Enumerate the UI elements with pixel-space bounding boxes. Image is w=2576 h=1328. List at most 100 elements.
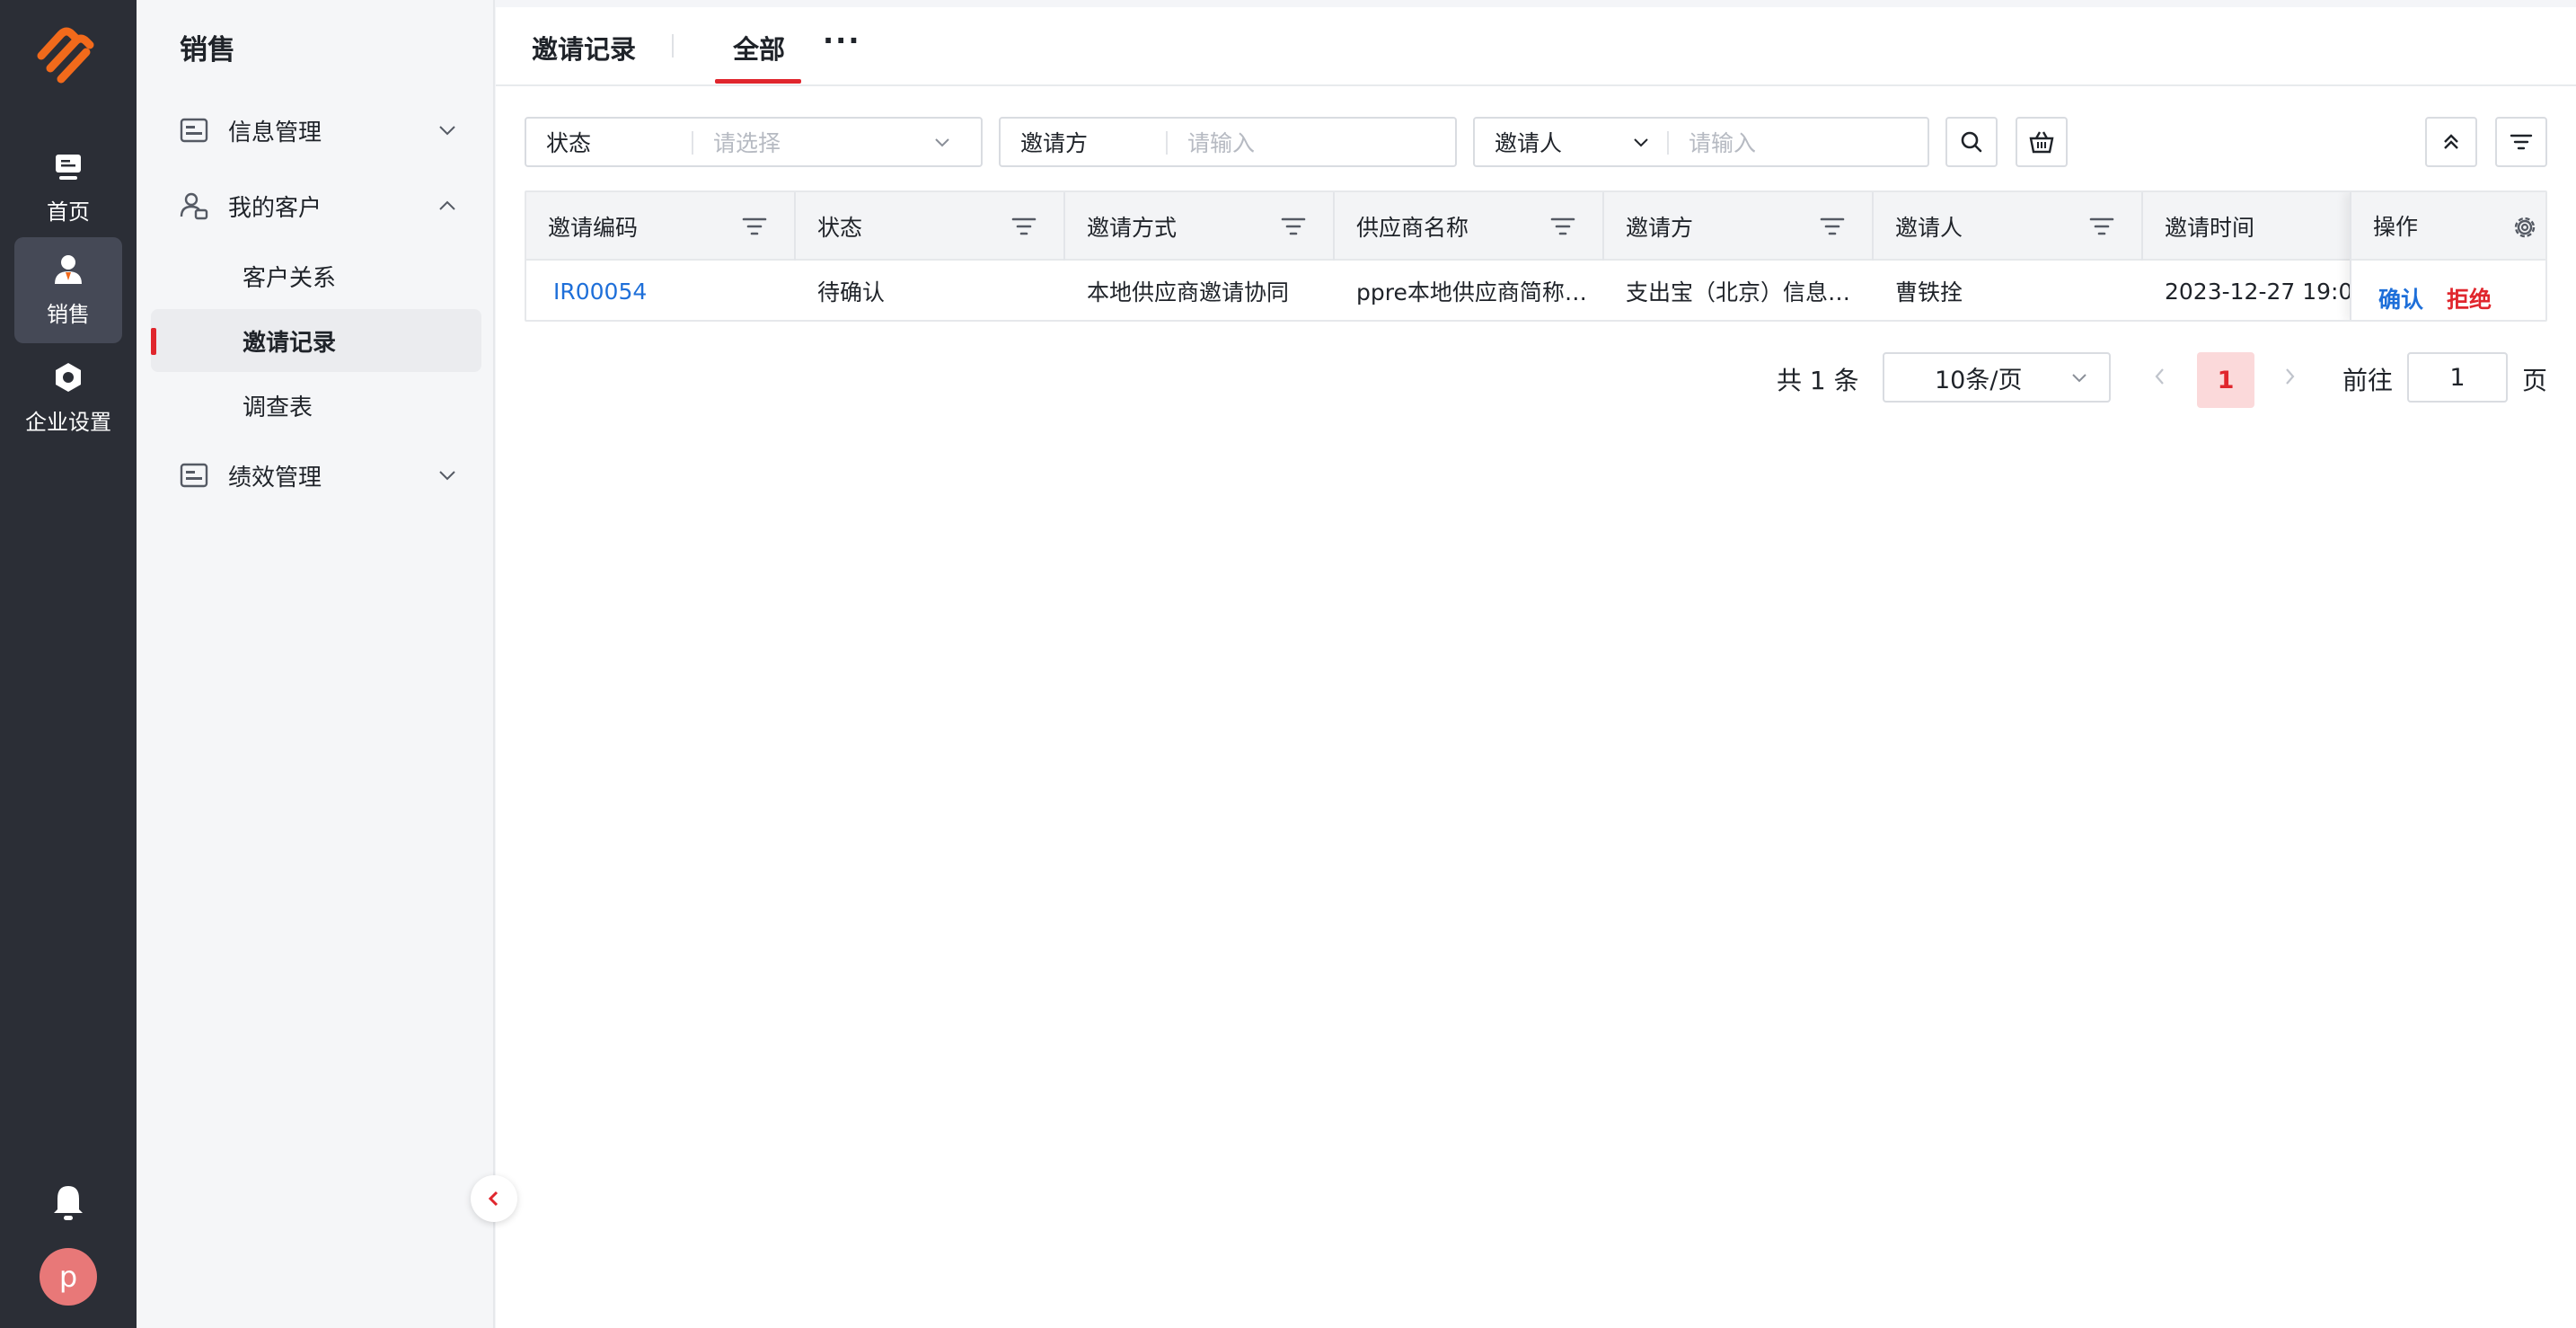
app-rail: 首页 销售 企业设置 p bbox=[0, 0, 137, 1328]
column-filter-icon[interactable] bbox=[742, 216, 767, 237]
column-filter-icon[interactable] bbox=[1550, 216, 1575, 237]
search-button[interactable] bbox=[1945, 117, 1998, 167]
rail-item-enterprise-settings[interactable]: 企业设置 bbox=[14, 345, 122, 451]
app-logo-icon[interactable] bbox=[34, 25, 102, 88]
column-header-supplier: 供应商名称 bbox=[1335, 192, 1604, 261]
column-header-label: 邀请编码 bbox=[548, 215, 639, 241]
reject-button[interactable]: 拒绝 bbox=[2447, 282, 2492, 314]
card-icon bbox=[180, 118, 208, 143]
column-header-method: 邀请方式 bbox=[1065, 192, 1335, 261]
column-header-label: 邀请方 bbox=[1626, 215, 1694, 241]
chevron-down-icon bbox=[1634, 138, 1648, 147]
secondary-sidebar: 销售 信息管理 我的客户 客户关系 邀请记录 调查表 绩效管理 bbox=[137, 0, 495, 1328]
column-filter-icon[interactable] bbox=[1281, 216, 1306, 237]
advanced-filter-button[interactable] bbox=[2495, 117, 2547, 167]
monitor-icon bbox=[56, 154, 81, 180]
sidebar-item-survey[interactable]: 调查表 bbox=[151, 374, 481, 437]
filter-divider bbox=[1667, 131, 1669, 155]
page-size-value: 10条/页 bbox=[1935, 366, 2023, 394]
filter-divider bbox=[1166, 131, 1168, 155]
chevron-left-icon bbox=[488, 1191, 498, 1207]
tab-bar: 邀请记录 全部 ··· bbox=[496, 7, 2576, 86]
confirm-button[interactable]: 确认 bbox=[2378, 282, 2423, 314]
customer-icon bbox=[180, 192, 208, 220]
page-number-current[interactable]: 1 bbox=[2197, 352, 2254, 408]
gear-icon[interactable] bbox=[2511, 214, 2538, 241]
hexagon-gear-icon bbox=[56, 362, 81, 392]
table-cell-status: 待确认 bbox=[817, 279, 886, 305]
table-cell-inviter: 曹铁拴 bbox=[1895, 279, 1963, 305]
column-header-actions: 操作 bbox=[2351, 192, 2545, 261]
inviter-filter-input[interactable]: 邀请人 请输入 bbox=[1473, 117, 1929, 167]
sidebar-item-customer-relations[interactable]: 客户关系 bbox=[151, 244, 481, 307]
table-cell-code-link[interactable]: IR00054 bbox=[532, 261, 796, 320]
filter-placeholder: 请输入 bbox=[1187, 130, 1256, 156]
column-header-label: 邀请时间 bbox=[2165, 215, 2255, 241]
column-header-code: 邀请编码 bbox=[526, 192, 796, 261]
tab-all[interactable]: 全部 bbox=[733, 29, 785, 66]
column-header-label: 状态 bbox=[817, 215, 863, 241]
tab-divider bbox=[672, 34, 674, 58]
pagination-total: 共 1 条 bbox=[1777, 366, 1859, 395]
column-filter-icon[interactable] bbox=[1011, 216, 1037, 237]
column-header-label: 供应商名称 bbox=[1356, 215, 1469, 241]
filter-field-select[interactable]: 邀请人 bbox=[1475, 126, 1562, 158]
page-title: 邀请记录 bbox=[532, 34, 637, 65]
chevron-down-icon bbox=[439, 126, 455, 136]
card-icon bbox=[180, 463, 208, 488]
menu-group-label: 信息管理 bbox=[228, 119, 322, 146]
bell-icon[interactable] bbox=[50, 1182, 86, 1222]
column-header-inviter-party: 邀请方 bbox=[1604, 192, 1874, 261]
goto-label: 前往 bbox=[2342, 366, 2394, 395]
inviter-party-filter-input[interactable]: 邀请方 请输入 bbox=[999, 117, 1457, 167]
more-tabs-button[interactable]: ··· bbox=[823, 23, 860, 58]
active-indicator bbox=[151, 328, 156, 355]
rail-item-home[interactable]: 首页 bbox=[14, 135, 122, 241]
filter-label: 状态 bbox=[546, 130, 592, 156]
menu-group-label: 我的客户 bbox=[228, 194, 322, 222]
menu-group-info-management[interactable]: 信息管理 bbox=[180, 103, 458, 157]
filter-lines-icon bbox=[2510, 134, 2533, 150]
filter-label: 邀请方 bbox=[1020, 130, 1089, 156]
table-cell-method: 本地供应商邀请协同 bbox=[1087, 279, 1290, 305]
chevron-down-icon bbox=[439, 471, 455, 481]
chevron-up-icon bbox=[439, 200, 455, 210]
collapse-sidebar-button[interactable] bbox=[471, 1175, 517, 1222]
column-header-label: 邀请方式 bbox=[1087, 215, 1178, 241]
sidebar-item-label: 调查表 bbox=[243, 394, 313, 421]
collapse-filters-button[interactable] bbox=[2425, 117, 2477, 167]
main-content: 邀请记录 全部 ··· 状态 请选择 邀请方 请输入 邀请人 请输入 邀请编码 … bbox=[496, 7, 2576, 1328]
goto-page-input[interactable] bbox=[2407, 352, 2508, 403]
basket-icon bbox=[2029, 131, 2054, 154]
sidebar-item-label: 客户关系 bbox=[243, 264, 337, 292]
column-header-label: 操作 bbox=[2373, 214, 2419, 240]
next-page-icon[interactable] bbox=[2278, 365, 2301, 388]
avatar[interactable]: p bbox=[40, 1248, 97, 1306]
status-filter-select[interactable]: 状态 请选择 bbox=[525, 117, 983, 167]
table-cell-time: 2023-12-27 19:02:5 bbox=[2165, 278, 2359, 305]
prev-page-icon[interactable] bbox=[2148, 365, 2172, 388]
filter-placeholder: 请选择 bbox=[713, 130, 781, 156]
column-filter-icon[interactable] bbox=[1820, 216, 1845, 237]
double-chevron-up-icon bbox=[2444, 134, 2458, 149]
filter-divider bbox=[692, 131, 693, 155]
clear-filters-button[interactable] bbox=[2016, 117, 2068, 167]
table-cell-inviter-party: 支出宝（北京）信息… bbox=[1626, 279, 1851, 305]
filter-placeholder: 请输入 bbox=[1689, 130, 1757, 156]
column-filter-icon[interactable] bbox=[2089, 216, 2114, 237]
menu-group-performance-management[interactable]: 绩效管理 bbox=[180, 448, 458, 502]
sidebar-item-invitation-records[interactable]: 邀请记录 bbox=[151, 309, 481, 372]
chevron-down-icon bbox=[935, 138, 949, 147]
active-tab-underline bbox=[715, 79, 801, 84]
search-icon bbox=[1961, 131, 1982, 153]
menu-group-my-customers[interactable]: 我的客户 bbox=[180, 179, 458, 233]
rail-item-label: 销售 bbox=[47, 301, 90, 327]
column-header-status: 状态 bbox=[796, 192, 1065, 261]
rail-item-label: 首页 bbox=[47, 199, 90, 225]
page-size-select[interactable]: 10条/页 bbox=[1883, 352, 2111, 403]
column-header-inviter: 邀请人 bbox=[1874, 192, 2143, 261]
menu-group-label: 绩效管理 bbox=[228, 464, 322, 491]
chevron-down-icon bbox=[2072, 374, 2086, 383]
rail-item-sales[interactable]: 销售 bbox=[14, 237, 122, 343]
sidebar-title: 销售 bbox=[180, 34, 235, 66]
